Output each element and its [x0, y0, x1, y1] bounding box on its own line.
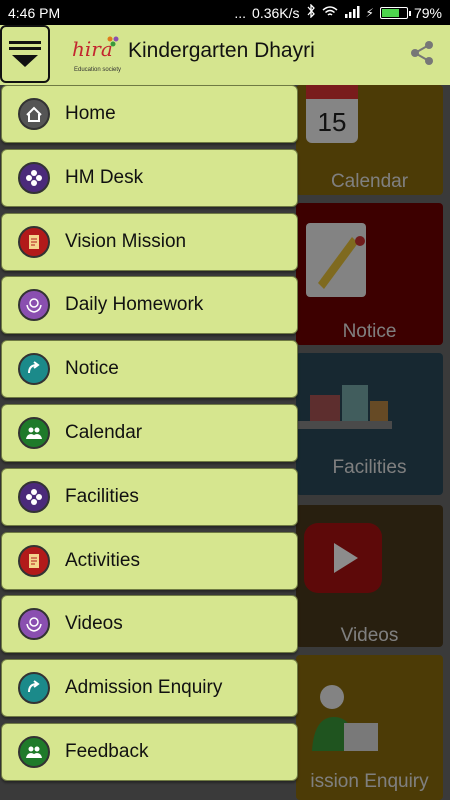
bluetooth-icon: [306, 3, 316, 21]
menu-item-feedback[interactable]: Feedback: [1, 723, 298, 781]
document-icon: [18, 225, 50, 258]
app-bar: hira Education society Kindergarten Dhay…: [0, 25, 450, 85]
people-icon: [18, 417, 50, 449]
menu-bar-middle: [9, 47, 41, 50]
status-dots: ...: [234, 4, 247, 21]
menu-item-facilities[interactable]: Facilities: [1, 467, 298, 526]
hands-globe-icon: [18, 608, 50, 641]
menu-item-label: Calendar: [65, 422, 143, 443]
menu-item-label: Admission Enquiry: [65, 677, 223, 699]
logo-flower-icon: [107, 36, 119, 47]
menu-item-label: HM Desk: [65, 166, 144, 188]
menu-item-home[interactable]: Home: [1, 85, 298, 143]
document-icon: [18, 544, 50, 577]
house-icon: [18, 98, 50, 130]
wifi-icon: [322, 5, 338, 21]
menu-item-hm-desk[interactable]: HM Desk: [1, 148, 298, 207]
school-logo: hira Education society: [72, 35, 124, 77]
flower-icon: [18, 480, 50, 513]
menu-item-notice[interactable]: Notice: [1, 340, 298, 399]
menu-item-label: Facilities: [65, 485, 139, 507]
menu-bar-top: [9, 41, 41, 44]
menu-item-daily-homework[interactable]: Daily Homework: [1, 276, 298, 335]
status-bar: 4:46 PM ... 0.36K/s ⚡ 79%: [0, 0, 450, 25]
menu-item-label: Activities: [65, 549, 140, 571]
menu-item-admission-enquiry[interactable]: Admission Enquiry: [1, 659, 298, 718]
charging-icon: ⚡: [365, 5, 374, 20]
menu-item-calendar[interactable]: Calendar: [1, 404, 298, 462]
menu-item-label: Notice: [65, 358, 119, 380]
arrow-icon: [18, 353, 50, 386]
menu-arrow-icon: [12, 55, 38, 67]
battery-icon: [379, 6, 411, 19]
flower-icon: [18, 161, 50, 194]
menu-item-label: Videos: [65, 613, 123, 635]
menu-item-videos[interactable]: Videos: [1, 595, 298, 654]
app-title: Kindergarten Dhayri: [128, 39, 315, 62]
network-speed: 0.36K/s: [252, 4, 300, 21]
status-right: ... 0.36K/s ⚡ 79%: [234, 3, 442, 21]
status-time: 4:46 PM: [8, 4, 61, 21]
menu-item-label: Vision Mission: [65, 230, 187, 252]
menu-item-label: Daily Homework: [65, 294, 204, 316]
battery-percent: 79%: [413, 4, 442, 21]
menu-toggle-button[interactable]: [0, 25, 50, 83]
menu-item-label: Home: [65, 103, 116, 124]
menu-item-vision-mission[interactable]: Vision Mission: [1, 212, 298, 271]
share-icon[interactable]: [408, 39, 436, 67]
signal-icon: [344, 5, 360, 21]
people-icon: [18, 736, 50, 768]
battery-fill: [381, 8, 400, 17]
arrow-icon: [18, 672, 50, 705]
menu-item-activities[interactable]: Activities: [1, 531, 298, 590]
menu-item-label: Feedback: [65, 741, 149, 762]
logo-subtext: Education society: [74, 67, 122, 73]
hands-globe-icon: [18, 289, 50, 322]
navigation-drawer: Home HM Desk Vision Mission Daily Homework N…: [0, 85, 300, 800]
